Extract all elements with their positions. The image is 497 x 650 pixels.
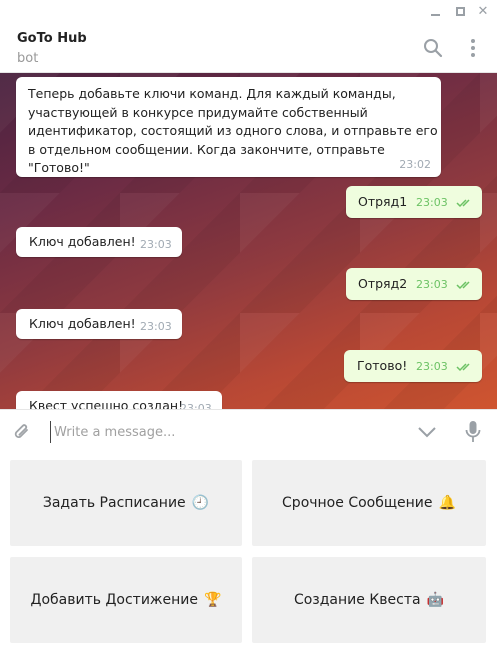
message-text: Отряд2	[358, 276, 408, 291]
keyboard-button-label: Задать Расписание	[42, 495, 186, 511]
read-check-icon	[456, 363, 470, 372]
window-titlebar: ✕	[0, 0, 497, 22]
message-time: 23:03	[416, 360, 448, 373]
keyboard-button-label: Срочное Сообщение	[282, 495, 433, 511]
read-check-icon	[456, 199, 470, 208]
message-outgoing[interactable]: Готово! 23:03	[344, 350, 482, 382]
message-incoming[interactable]: Теперь добавьте ключи команд. Для каждый…	[16, 77, 441, 177]
chat-subtitle: bot	[17, 51, 39, 66]
maximize-icon[interactable]	[450, 2, 470, 20]
message-text: Ключ добавлен!	[29, 316, 136, 331]
message-incoming[interactable]: Ключ добавлен! 23:03	[16, 309, 182, 339]
chevron-down-icon[interactable]	[415, 421, 439, 443]
more-vertical-icon[interactable]	[460, 35, 486, 61]
close-icon[interactable]: ✕	[473, 2, 493, 20]
robot-icon: 🤖	[426, 592, 445, 608]
message-time: 23:03	[416, 196, 448, 209]
chat-header: GoTo Hub bot	[0, 22, 497, 73]
message-text: Ключ добавлен!	[29, 234, 136, 249]
minimize-icon[interactable]	[425, 2, 445, 20]
message-time: 23:03	[140, 320, 172, 333]
keyboard-button-label: Создание Квеста	[293, 592, 421, 608]
search-icon[interactable]	[420, 35, 446, 61]
microphone-icon[interactable]	[461, 419, 485, 445]
keyboard-button-label: Добавить Достижение	[30, 592, 199, 608]
keyboard-button-schedule[interactable]: Задать Расписание 🕘	[10, 460, 242, 546]
paperclip-icon[interactable]	[10, 420, 34, 444]
message-text: Готово!	[357, 358, 408, 373]
message-time: 23:03	[140, 238, 172, 251]
clock-icon: 🕘	[191, 495, 210, 511]
message-composer	[0, 409, 497, 454]
keyboard-button-create-quest[interactable]: Создание Квеста 🤖	[252, 557, 486, 643]
chat-title[interactable]: GoTo Hub	[17, 31, 87, 46]
message-time: 23:03	[416, 278, 448, 291]
bot-keyboard: Задать Расписание 🕘 Срочное Сообщение 🔔 …	[0, 454, 497, 650]
keyboard-button-add-achievement[interactable]: Добавить Достижение 🏆	[10, 557, 242, 643]
message-outgoing[interactable]: Отряд2 23:03	[346, 268, 482, 300]
message-incoming[interactable]: Ключ добавлен! 23:03	[16, 227, 182, 257]
message-outgoing[interactable]: Отряд1 23:03	[346, 186, 482, 218]
message-incoming[interactable]: Квест успешно создан! 23:03	[16, 391, 222, 409]
message-text: Квест успешно создан!	[29, 398, 184, 409]
trophy-icon: 🏆	[204, 592, 222, 608]
chat-history[interactable]: Теперь добавьте ключи команд. Для каждый…	[0, 73, 497, 409]
keyboard-button-urgent-message[interactable]: Срочное Сообщение 🔔	[252, 460, 486, 546]
message-time: 23:02	[399, 157, 431, 171]
message-time: 23:03	[180, 402, 212, 409]
message-text: Теперь добавьте ключи команд. Для каждый…	[28, 86, 438, 175]
bell-icon: 🔔	[438, 495, 456, 511]
message-text: Отряд1	[358, 194, 408, 209]
read-check-icon	[456, 281, 470, 290]
message-input[interactable]	[50, 421, 400, 443]
